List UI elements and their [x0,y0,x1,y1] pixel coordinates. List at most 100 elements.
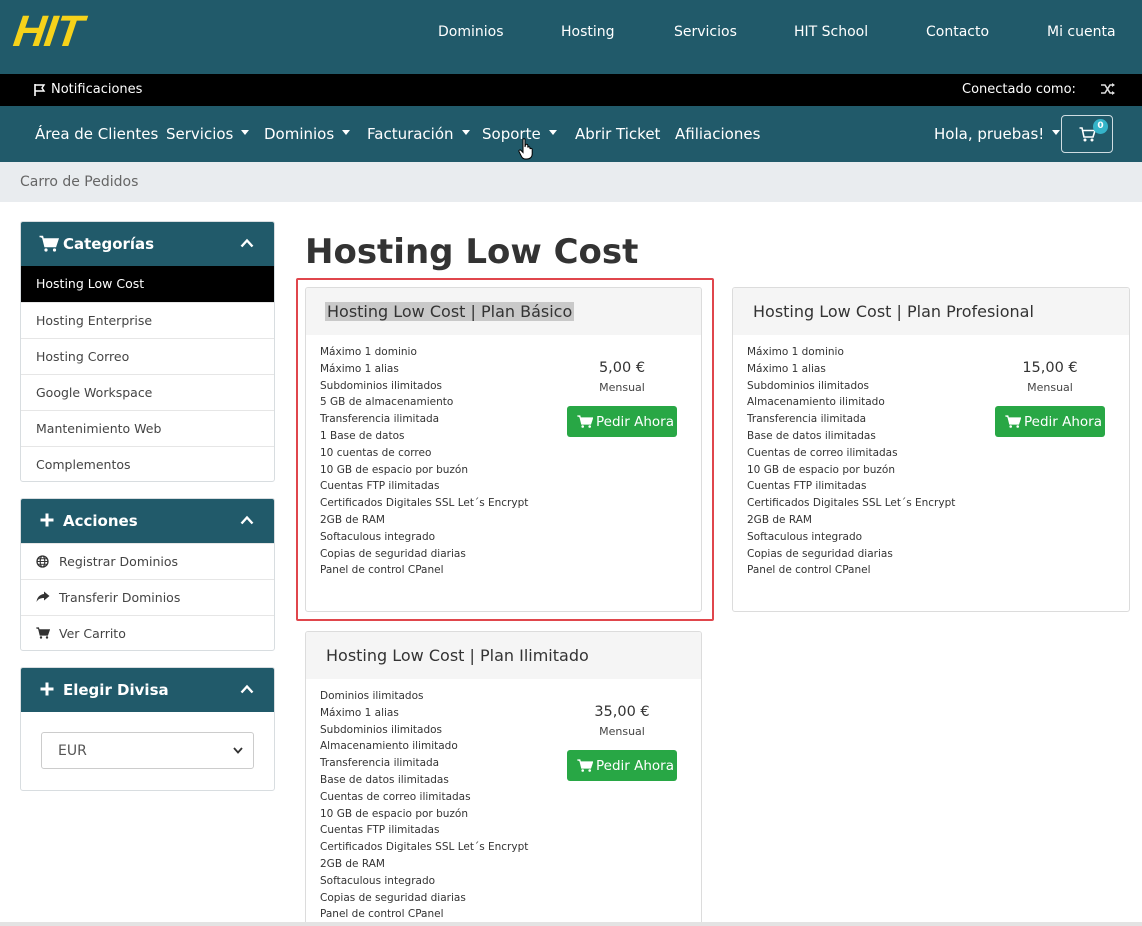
topnav-mi-cuenta[interactable]: Mi cuenta [1047,24,1116,40]
shuffle-icon[interactable] [1100,82,1116,100]
feature-item: 2GB de RAM [320,513,385,526]
nav-servicios[interactable]: Servicios [166,125,250,143]
product-features: Dominios ilimitados Máximo 1 alias Subdo… [320,688,528,923]
currency-title: Elegir Divisa [63,681,169,699]
feature-item: 5 GB de almacenamiento [320,396,454,409]
feature-item: Base de datos ilimitadas [320,773,449,786]
hit-logo[interactable]: HIT [11,7,86,56]
feature-item: Softaculous integrado [320,874,436,887]
feature-item: 10 GB de espacio por buzón [320,463,468,476]
feature-item: Panel de control CPanel [320,908,444,921]
feature-item: Certificados Digitales SSL Let´s Encrypt [320,497,529,510]
caret-down-icon [548,130,557,135]
feature-item: Cuentas FTP ilimitadas [320,824,440,837]
action-registrar-dominios[interactable]: Registrar Dominios [21,543,274,579]
order-now-button[interactable]: Pedir Ahora [567,750,677,781]
action-ver-carrito[interactable]: Ver Carrito [21,615,274,650]
product-card-ilimitado: Hosting Low Cost | Plan Ilimitado Domini… [305,631,702,926]
chevron-up-icon[interactable] [240,238,254,248]
product-features: Máximo 1 dominio Máximo 1 alias Subdomin… [320,344,528,579]
product-features: Máximo 1 dominio Máximo 1 alias Subdomin… [747,344,955,579]
category-google-workspace[interactable]: Google Workspace [21,374,274,410]
order-now-button[interactable]: Pedir Ahora [567,406,677,437]
page-bottom-edge [0,922,1142,926]
cart-icon [36,627,50,639]
nav-afiliaciones[interactable]: Afiliaciones [675,125,760,143]
product-period: Mensual [599,381,645,394]
feature-item: 2GB de RAM [320,857,385,870]
currency-panel-header[interactable]: Elegir Divisa [21,668,274,712]
category-hosting-correo[interactable]: Hosting Correo [21,338,274,374]
breadcrumb: Carro de Pedidos [0,162,1142,202]
notification-bar: Notificaciones Conectado como: [0,74,1142,106]
action-transferir-dominios[interactable]: Transferir Dominios [21,579,274,615]
category-hosting-low-cost[interactable]: Hosting Low Cost [21,266,274,302]
currency-select[interactable]: EUR [41,732,254,769]
topnav-hit-school[interactable]: HIT School [794,24,868,40]
order-now-label: Pedir Ahora [596,758,675,774]
chevron-up-icon[interactable] [240,515,254,525]
action-label: Transferir Dominios [59,590,181,605]
categories-title: Categorías [63,235,155,253]
nav-facturacion[interactable]: Facturación [367,125,470,143]
product-card-header: Hosting Low Cost | Plan Profesional [733,288,1129,335]
category-mantenimiento-web[interactable]: Mantenimiento Web [21,410,274,446]
page-title: Hosting Low Cost [305,232,639,272]
feature-item: 10 cuentas de correo [320,446,432,459]
actions-panel-header[interactable]: Acciones [21,499,274,543]
topnav-servicios[interactable]: Servicios [674,24,737,40]
top-header: HIT Dominios Hosting Servicios HIT Schoo… [0,0,1142,74]
action-label: Registrar Dominios [59,554,179,569]
feature-item: Máximo 1 dominio [320,346,417,358]
user-greeting-menu[interactable]: Hola, pruebas! [934,125,1061,143]
product-title: Hosting Low Cost | Plan Ilimitado [326,646,589,665]
product-card-header: Hosting Low Cost | Plan Básico [306,288,701,335]
category-label: Hosting Enterprise [36,313,153,328]
feature-item: Cuentas de correo ilimitadas [747,446,898,459]
topnav-contacto[interactable]: Contacto [926,24,989,40]
feature-item: Softaculous integrado [747,530,863,543]
feature-item: Máximo 1 alias [320,362,399,375]
nav-dominios-label: Dominios [264,125,335,143]
feature-item: Certificados Digitales SSL Let´s Encrypt [320,841,529,854]
feature-item: Copias de seguridad diarias [747,547,893,560]
nav-abrir-ticket-label: Abrir Ticket [575,125,661,143]
feature-item: Copias de seguridad diarias [320,891,466,904]
currency-panel: Elegir Divisa EUR [20,667,275,791]
order-now-label: Pedir Ahora [596,414,675,430]
nav-abrir-ticket[interactable]: Abrir Ticket [575,125,660,143]
cart-icon [1005,415,1021,428]
cart-icon [39,235,59,252]
cart-icon [577,759,593,772]
category-label: Hosting Correo [36,349,130,364]
cart-icon [577,415,593,428]
caret-down-icon [342,130,351,135]
feature-item: Cuentas FTP ilimitadas [320,480,440,493]
feature-item: Softaculous integrado [320,530,436,543]
share-arrow-icon [36,591,50,602]
feature-item: Certificados Digitales SSL Let´s Encrypt [747,497,956,510]
categories-panel-header[interactable]: Categorías [21,222,274,266]
nav-area-clientes[interactable]: Área de Clientes [35,125,158,143]
category-hosting-enterprise[interactable]: Hosting Enterprise [21,302,274,338]
caret-down-icon [461,130,470,135]
caret-down-icon [241,130,250,135]
notifications-link[interactable]: Notificaciones [33,82,142,97]
plus-icon [40,513,54,527]
category-label: Complementos [36,457,131,472]
category-complementos[interactable]: Complementos [21,446,274,481]
cart-button[interactable]: 0 [1061,115,1113,153]
product-card-basico: Hosting Low Cost | Plan Básico Máximo 1 … [305,287,702,612]
nav-facturacion-label: Facturación [367,125,454,143]
category-label: Hosting Low Cost [36,276,145,291]
topnav-dominios[interactable]: Dominios [438,24,504,40]
nav-dominios[interactable]: Dominios [264,125,351,143]
chevron-up-icon[interactable] [240,684,254,694]
feature-item: Panel de control CPanel [747,564,871,577]
feature-item: Subdominios ilimitados [320,379,443,392]
topnav-hosting[interactable]: Hosting [561,24,615,40]
product-price: 35,00 € [594,704,650,720]
product-card-header: Hosting Low Cost | Plan Ilimitado [306,632,701,679]
feature-item: 10 GB de espacio por buzón [747,463,895,476]
order-now-button[interactable]: Pedir Ahora [995,406,1105,437]
